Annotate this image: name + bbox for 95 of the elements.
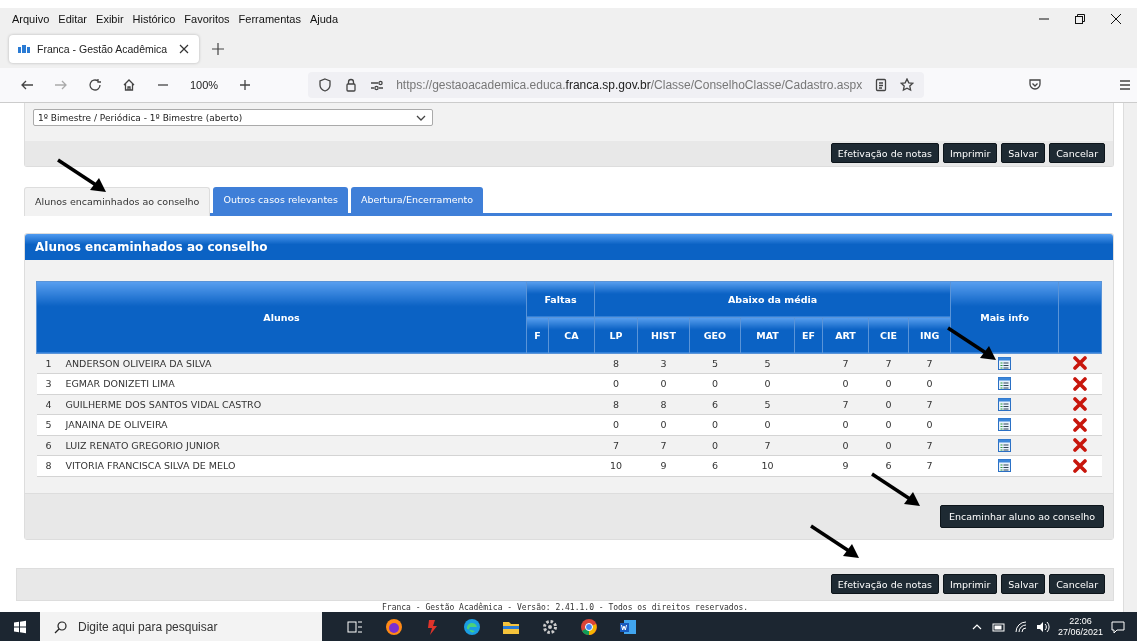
arrow	[809, 524, 861, 560]
row-number: 5	[45, 419, 53, 431]
tab[interactable]: Outros casos relevantes	[213, 186, 348, 213]
home-icon[interactable]	[122, 78, 136, 92]
scrollbar[interactable]	[1123, 103, 1137, 612]
column-header: CA	[548, 317, 595, 354]
star-icon[interactable]	[900, 78, 915, 92]
menu-item[interactable]: Histórico	[132, 13, 176, 25]
student-name: ANDERSON OLIVEIRA DA SILVA	[65, 357, 212, 369]
windows-logo-icon[interactable]	[13, 619, 27, 634]
pocket-icon[interactable]	[1028, 78, 1043, 92]
action-button[interactable]: Salvar	[1001, 574, 1046, 595]
column-header: MAT	[740, 317, 795, 354]
zoom-in-icon[interactable]	[238, 78, 253, 92]
details-icon[interactable]	[998, 356, 1012, 370]
column-header: LP	[594, 317, 638, 354]
permissions-icon	[370, 78, 385, 92]
details-icon[interactable]	[998, 377, 1012, 391]
menu-item[interactable]: Editar	[58, 13, 88, 25]
clock-date[interactable]: 27/06/2021	[1057, 626, 1103, 638]
column-group-header: Abaixo da média	[594, 281, 951, 318]
row-number: 4	[45, 398, 53, 410]
menu-item[interactable]: Ajuda	[309, 13, 339, 25]
reader-icon[interactable]	[874, 78, 889, 92]
delete-icon[interactable]	[1073, 397, 1088, 412]
action-button[interactable]: Cancelar	[1049, 574, 1106, 595]
delete-icon[interactable]	[1073, 458, 1088, 473]
column-header: ART	[822, 317, 869, 354]
speaker-icon[interactable]	[1035, 619, 1050, 634]
tab[interactable]: Abertura/Encerramento	[350, 186, 484, 213]
taskbar-search-field[interactable]: Digite aqui para pesquisar	[40, 612, 322, 641]
new-tab-icon[interactable]	[211, 42, 225, 56]
menu-item[interactable]: Favoritos	[184, 13, 230, 25]
arrow	[870, 472, 922, 508]
action-button[interactable]: Cancelar	[1049, 143, 1106, 164]
document-app-icon[interactable]	[619, 617, 637, 636]
details-icon[interactable]	[998, 418, 1012, 432]
column-header: Alunos	[36, 281, 527, 354]
close-icon[interactable]	[1109, 12, 1123, 26]
student-name: LUIZ RENATO GREGORIO JUNIOR	[65, 439, 220, 451]
gear-icon[interactable]	[541, 617, 559, 636]
restore-icon[interactable]	[1073, 12, 1087, 26]
action-button[interactable]: Imprimir	[942, 143, 998, 164]
delete-icon[interactable]	[1073, 376, 1088, 391]
menu-item[interactable]: Exibir	[96, 13, 124, 25]
period-select[interactable]: 1º Bimestre / Periódica - 1º Bimestre (aberto)	[33, 109, 433, 126]
action-button[interactable]: Efetivação de notas	[830, 143, 939, 164]
action-button[interactable]: Salvar	[1001, 143, 1046, 164]
arrow	[946, 326, 998, 362]
forward-icon	[54, 78, 68, 92]
column-header: Mais info	[950, 281, 1059, 354]
column-group-header: Faltas	[526, 281, 595, 318]
row-number: 3	[45, 378, 53, 390]
notification-icon[interactable]	[1111, 619, 1125, 634]
column-header: HIST	[637, 317, 690, 354]
clock-time[interactable]: 22:06	[1069, 615, 1092, 627]
row-number: 8	[45, 460, 53, 472]
delete-icon[interactable]	[1073, 438, 1088, 453]
placeholder-text: Digite aqui para pesquisar	[78, 619, 218, 634]
menu-item[interactable]: Arquivo	[12, 13, 50, 25]
browser-tab[interactable]: Franca - Gestão Acadêmica	[9, 35, 199, 63]
address-bar[interactable]: https://gestaoacademica.educa.franca.sp.gov.br/Classe/ConselhoClasse/Cadastro.aspx	[308, 72, 925, 98]
menu-item[interactable]: Ferramentas	[238, 13, 301, 25]
delete-icon[interactable]	[1073, 417, 1088, 432]
row-number: 1	[45, 357, 53, 369]
details-icon[interactable]	[998, 438, 1012, 452]
details-icon[interactable]	[998, 459, 1012, 473]
action-button[interactable]: Imprimir	[942, 574, 998, 595]
reload-icon[interactable]	[88, 78, 102, 92]
tab[interactable]: Alunos encaminhados ao conselho	[24, 186, 211, 216]
column-header: GEO	[689, 317, 741, 354]
lock-icon	[344, 78, 359, 92]
shield-icon	[318, 78, 333, 92]
student-name: VITORIA FRANCISCA SILVA DE MELO	[65, 460, 236, 472]
action-button[interactable]: Efetivação de notas	[830, 574, 939, 595]
site-icon	[17, 42, 31, 56]
wifi-icon[interactable]	[1013, 619, 1028, 634]
delete-icon[interactable]	[1073, 356, 1088, 371]
url-text: https://gestaoacademica.educa.franca.sp.gov.br/Classe/ConselhoClasse/Cadastro.aspx	[396, 78, 863, 92]
details-icon[interactable]	[998, 397, 1012, 411]
forward-student-button[interactable]: Encaminhar aluno ao conselho	[940, 504, 1105, 528]
menu-icon[interactable]	[1118, 78, 1133, 92]
section-title: Alunos encaminhados ao conselho	[25, 233, 1114, 260]
student-name: GUILHERME DOS SANTOS VIDAL CASTRO	[65, 398, 262, 410]
close-icon[interactable]	[177, 42, 191, 56]
row-number: 6	[45, 439, 53, 451]
column-header: CIE	[868, 317, 909, 354]
search-icon	[54, 619, 68, 634]
arrow	[56, 158, 108, 194]
zoom-level[interactable]: 100%	[190, 79, 219, 91]
tab-title: Franca - Gestão Acadêmica	[37, 43, 169, 55]
footer-text: Franca - Gestão Acadêmica - Versão: 2.41.1.0 - Todos os direitos reservados.	[381, 603, 750, 612]
student-name: JANAINA DE OLIVEIRA	[65, 419, 168, 431]
back-icon[interactable]	[20, 78, 34, 92]
student-name: EGMAR DONIZETI LIMA	[65, 378, 175, 390]
